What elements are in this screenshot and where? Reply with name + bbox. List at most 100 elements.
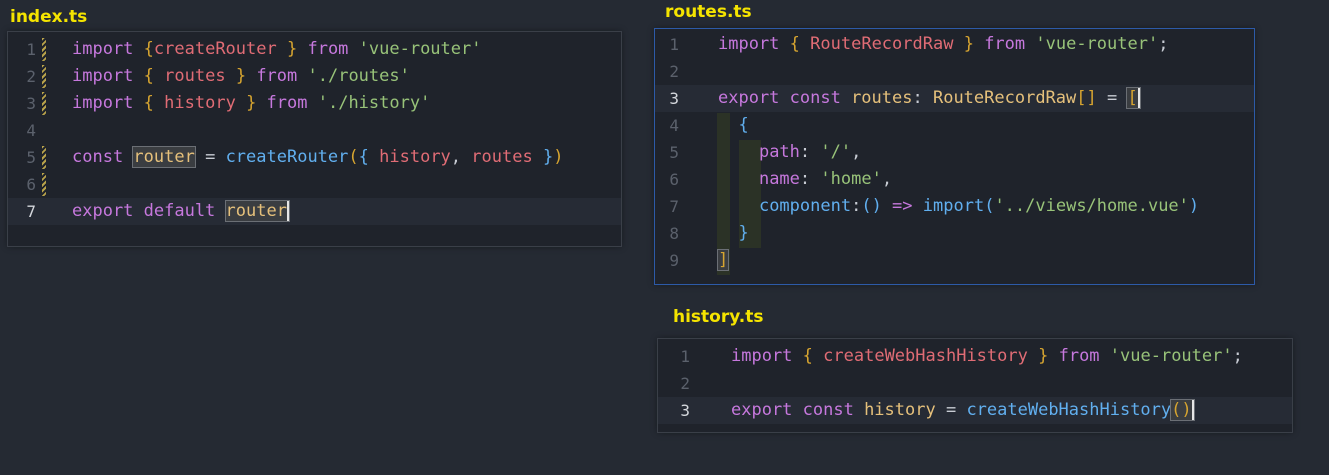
code-token: = (935, 400, 967, 420)
code-text: const router = createRouter({ history, r… (72, 144, 563, 171)
code-token: import (72, 39, 144, 59)
code-text: import { history } from './history' (72, 90, 430, 117)
code-text: component:() => import('../views/home.vu… (718, 193, 1199, 220)
code-line[interactable]: 5 const router = createRouter({ history, … (8, 144, 621, 171)
code-token: : (799, 169, 821, 189)
code-token: from (297, 39, 359, 59)
line-number: 1 (680, 347, 690, 366)
code-token: } (235, 66, 247, 86)
code-token: export const (718, 88, 852, 108)
code-line[interactable]: 5 path: '/', (655, 139, 1254, 166)
code-token: 'vue-router' (1035, 34, 1159, 54)
code-token: export const (731, 400, 865, 420)
file-title-history: history.ts (673, 307, 764, 327)
code-token: ; (1232, 346, 1243, 366)
code-token: { (143, 66, 154, 86)
code-text: name: 'home', (718, 166, 892, 193)
code-token: from (973, 34, 1036, 54)
code-line[interactable]: 4 (8, 117, 621, 144)
code-token: 'home' (820, 169, 882, 189)
code-token: => (881, 196, 923, 216)
code-line[interactable]: 1 import {createRouter } from 'vue-router… (8, 36, 621, 63)
code-token: routes (471, 147, 533, 167)
code-line[interactable]: 7 component:() => import('../views/home.… (655, 193, 1254, 220)
code-token: [ (1126, 87, 1141, 109)
code-line[interactable]: 3 export const history = createWebHashHis… (658, 397, 1292, 424)
line-number: 3 (669, 89, 679, 108)
line-number: 7 (26, 202, 36, 221)
code-line[interactable]: 6 (8, 171, 621, 198)
code-text: { (718, 112, 749, 139)
code-text: ] (716, 247, 730, 274)
line-number: 1 (26, 40, 36, 59)
line-number: 2 (26, 67, 36, 86)
file-title-index: index.ts (10, 7, 88, 27)
code-token: ) (1188, 196, 1200, 216)
code-line[interactable]: 3 export const routes: RouteRecordRaw[] =… (655, 85, 1254, 112)
editor-panel-history[interactable]: 1 import { createWebHashHistory } from 'v… (657, 338, 1293, 433)
code-line[interactable]: 2 (655, 58, 1254, 85)
git-modified-marker (42, 65, 46, 88)
code-line[interactable]: 1 import { RouteRecordRaw } from 'vue-rou… (655, 31, 1254, 58)
code-token: ; (1158, 34, 1169, 54)
code-token: ( (984, 196, 995, 216)
code-line[interactable]: 2 (658, 370, 1292, 397)
code-token: [] (1076, 88, 1097, 108)
code-line[interactable]: 8 } (655, 220, 1254, 247)
code-line[interactable]: 9] (655, 247, 1254, 274)
code-token: { (802, 346, 813, 366)
code-line[interactable]: 3 import { history } from './history' (8, 90, 621, 117)
code-token: './routes' (307, 66, 410, 86)
code-line[interactable]: 7 export default router (8, 198, 621, 225)
line-number: 9 (669, 251, 679, 270)
code-line[interactable]: 6 name: 'home', (655, 166, 1254, 193)
line-number: 4 (26, 121, 36, 140)
code-token: history (379, 147, 451, 167)
code-line[interactable]: 4 { (655, 112, 1254, 139)
code-token: { (738, 115, 749, 135)
code-text: import { RouteRecordRaw } from 'vue-rout… (718, 31, 1168, 58)
code-token: } (542, 147, 554, 167)
code-token: } (963, 34, 974, 54)
code-line[interactable]: 2 import { routes } from './routes' (8, 63, 621, 90)
code-token: routes (164, 66, 226, 86)
code-token: router (224, 200, 290, 222)
code-token: ] (716, 249, 730, 271)
code-token: () (1170, 399, 1195, 421)
code-token: '../views/home.vue' (994, 196, 1189, 216)
code-token: history (864, 400, 936, 420)
code-token: createRouter (225, 147, 349, 167)
line-number: 8 (669, 224, 679, 243)
git-modified-marker (42, 92, 46, 115)
code-token: , (881, 169, 893, 189)
editor-panel-index[interactable]: 1 import {createRouter } from 'vue-router… (7, 31, 622, 247)
code-token: history (164, 93, 236, 113)
code-text: export default router (72, 198, 290, 225)
code-token: { (143, 39, 154, 59)
line-number: 7 (669, 197, 679, 216)
editor-panel-routes[interactable]: 1 import { RouteRecordRaw } from 'vue-rou… (654, 28, 1255, 285)
code-token: , (851, 142, 862, 162)
code-token: import (72, 66, 144, 86)
code-text: export const routes: RouteRecordRaw[] = … (718, 85, 1141, 112)
code-text: } (718, 220, 748, 247)
line-number: 2 (669, 62, 679, 81)
code-token: import (72, 93, 144, 113)
code-token: createRouter (153, 39, 277, 59)
code-line[interactable]: 1 import { createWebHashHistory } from 'v… (658, 343, 1292, 370)
code-token: createWebHashHistory (966, 400, 1172, 420)
code-token: ) (553, 147, 564, 167)
code-text: export const history = createWebHashHist… (731, 397, 1195, 424)
code-token: = (1096, 88, 1128, 108)
git-modified-marker (42, 173, 46, 196)
